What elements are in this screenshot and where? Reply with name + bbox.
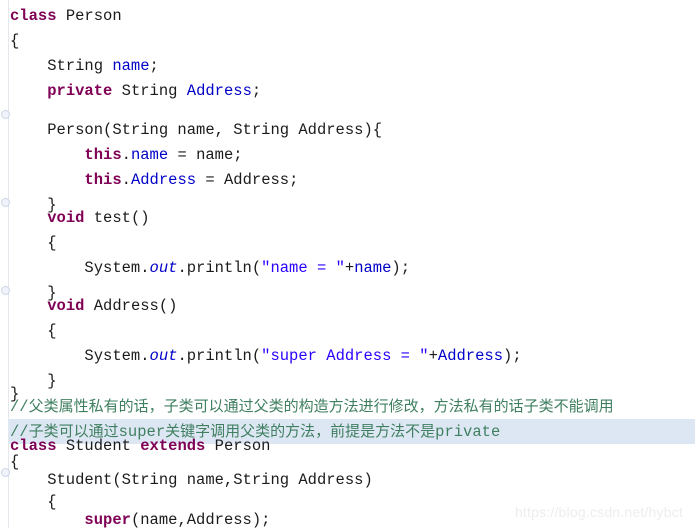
- code-token: super: [84, 511, 131, 528]
- line-this-address[interactable]: this.Address = Address;: [0, 168, 695, 193]
- code-token: = Address;: [196, 171, 299, 189]
- code-line-text: Person(String name, String Address){: [0, 118, 382, 143]
- code-line-text: {: [0, 231, 57, 256]
- line-class-person[interactable]: class Person: [0, 4, 695, 29]
- code-line-text: {: [0, 319, 57, 344]
- code-line-text: //父类属性私有的话，子类可以通过父类的构造方法进行修改，方法私有的话子类不能调…: [0, 394, 614, 420]
- code-token: );: [391, 259, 411, 277]
- line-person-open-brace[interactable]: {: [0, 29, 695, 54]
- code-line-text: super(name,Address);: [0, 508, 270, 528]
- code-token: this: [84, 146, 122, 164]
- code-token: System.: [10, 347, 150, 365]
- code-token: test(): [84, 209, 150, 227]
- code-token: );: [503, 347, 522, 365]
- code-token: {: [10, 322, 57, 340]
- code-token: ;: [149, 57, 159, 75]
- code-token: .: [121, 171, 131, 189]
- code-token: String: [10, 57, 113, 75]
- code-token: (name,Address);: [130, 511, 271, 528]
- code-token: "super Address = ": [261, 347, 429, 365]
- code-token: {: [10, 234, 57, 252]
- code-token: name: [130, 146, 169, 164]
- code-token: ;: [251, 82, 262, 100]
- code-token: void: [47, 297, 85, 315]
- line-person-constructor[interactable]: Person(String name, String Address){: [0, 118, 695, 143]
- code-token: Person: [56, 7, 122, 25]
- code-token: Address(): [84, 297, 178, 315]
- code-editor[interactable]: class Person { String name; private Strin…: [0, 0, 695, 528]
- code-token: void: [47, 209, 85, 227]
- line-field-name[interactable]: String name;: [0, 54, 695, 79]
- code-token: Address: [130, 171, 197, 189]
- watermark-text: https://blog.csdn.net/hybct: [514, 504, 683, 520]
- code-token: +: [428, 347, 438, 365]
- line-void-test[interactable]: void test(): [0, 206, 695, 231]
- code-token: out: [149, 259, 178, 277]
- code-line-text: String name;: [0, 54, 159, 79]
- code-token: +: [344, 259, 355, 277]
- line-void-address[interactable]: void Address(): [0, 294, 695, 319]
- code-token: out: [149, 347, 178, 365]
- code-token: System.: [10, 259, 150, 277]
- code-line-text: System.out.println("name = "+name);: [0, 256, 410, 281]
- code-token: class: [10, 7, 57, 25]
- code-line-text: class Person: [0, 4, 122, 29]
- code-token: "name = ": [261, 259, 345, 277]
- code-token: Person(String name, String Address){: [10, 121, 383, 139]
- code-token: 父类属性私有的话，子类可以通过父类的构造方法进行修改，方法私有的话子类不能调用: [28, 397, 614, 415]
- code-line-text: this.Address = Address;: [0, 168, 298, 193]
- code-line-text: {: [0, 29, 19, 54]
- code-token: Student(String name,String Address): [10, 471, 373, 489]
- code-token: Address: [437, 347, 504, 365]
- code-line-text: void Address(): [0, 294, 177, 319]
- code-line-text: private String Address;: [0, 79, 261, 104]
- code-token: name: [354, 259, 392, 277]
- line-field-address[interactable]: private String Address;: [0, 79, 695, 104]
- code-token: name: [112, 57, 150, 75]
- code-token: = name;: [168, 146, 243, 164]
- line-println-address[interactable]: System.out.println("super Address = "+Ad…: [0, 344, 695, 369]
- code-line-text: void test(): [0, 206, 150, 231]
- code-token: String: [112, 82, 187, 100]
- line-this-name[interactable]: this.name = name;: [0, 143, 695, 168]
- line-address-open-brace[interactable]: {: [0, 319, 695, 344]
- code-token: {: [10, 32, 20, 50]
- line-comment-1[interactable]: //父类属性私有的话，子类可以通过父类的构造方法进行修改，方法私有的话子类不能调…: [0, 394, 695, 419]
- code-token: private: [47, 82, 113, 100]
- line-test-open-brace[interactable]: {: [0, 231, 695, 256]
- code-token: .: [121, 146, 131, 164]
- code-content[interactable]: class Person { String name; private Strin…: [0, 0, 695, 528]
- code-line-text: this.name = name;: [0, 143, 243, 168]
- code-token: .println(: [177, 347, 262, 365]
- code-token: .println(: [177, 259, 262, 277]
- code-line-text: System.out.println("super Address = "+Ad…: [0, 344, 522, 369]
- code-token: //: [10, 398, 29, 416]
- line-println-name[interactable]: System.out.println("name = "+name);: [0, 256, 695, 281]
- code-token: Address: [186, 82, 252, 100]
- code-token: this: [84, 171, 122, 189]
